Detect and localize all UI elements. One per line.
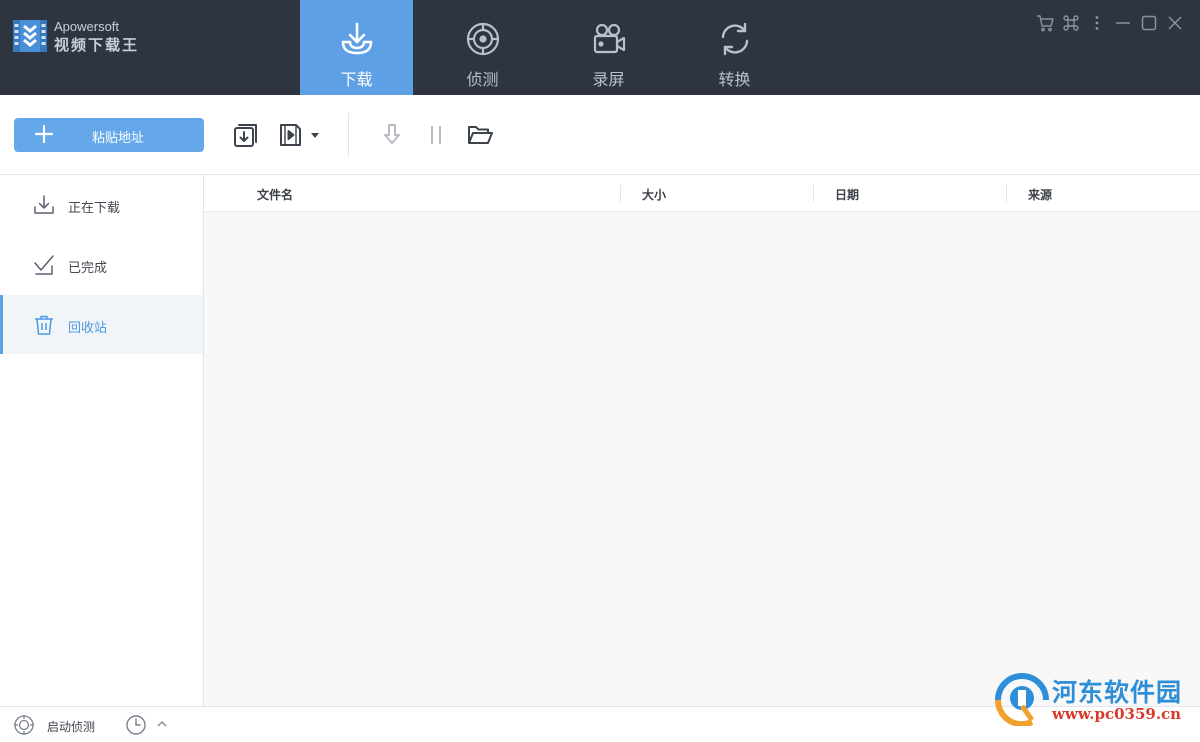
paste-url-label: 粘贴地址 (91, 131, 144, 146)
chevron-up-icon[interactable] (156, 718, 168, 730)
column-header-size[interactable]: 大小 (642, 186, 666, 203)
convert-cycle-icon (721, 22, 749, 56)
start-detect-label[interactable]: 启动侦测 (47, 718, 95, 735)
more-button[interactable] (1084, 12, 1110, 34)
watermark-title: 河东软件园 (1052, 678, 1183, 707)
tab-record[interactable]: 录屏 (552, 0, 665, 95)
sidebar-item-recycle-bin[interactable]: 回收站 (0, 295, 203, 354)
sidebar-item-label: 已完成 (68, 261, 108, 276)
sidebar-item-label: 回收站 (68, 321, 108, 336)
tab-convert[interactable]: 转换 (678, 0, 791, 95)
sidebar-item-label: 正在下载 (68, 201, 121, 216)
tab-convert-label: 转换 (718, 70, 751, 89)
product-name: 视频下载王 (54, 36, 140, 54)
download-icon (34, 195, 54, 214)
minimize-button[interactable] (1110, 12, 1136, 34)
tab-record-label: 录屏 (592, 70, 625, 89)
paste-url-button[interactable]: 粘贴地址 (14, 118, 204, 152)
maximize-icon (1141, 15, 1157, 31)
video-file-dropdown-icon[interactable] (277, 121, 321, 149)
top-bar: Apowersoft 视频下载王 下载 侦测 录屏 转换 (0, 0, 1200, 95)
column-header-date[interactable]: 日期 (835, 186, 859, 203)
clock-icon[interactable] (125, 714, 147, 736)
app-window: Apowersoft 视频下载王 下载 侦测 录屏 转换 粘贴地址 正在下载 已… (0, 0, 1200, 742)
minimize-icon (1116, 22, 1130, 24)
tab-download[interactable]: 下载 (300, 0, 413, 95)
apps-button[interactable] (1058, 12, 1084, 34)
column-divider[interactable] (620, 185, 621, 202)
more-vertical-icon (1095, 16, 1099, 30)
cart-button[interactable] (1032, 12, 1058, 34)
apps-command-icon (1063, 15, 1079, 31)
pause-icon[interactable] (422, 121, 450, 149)
sidebar-item-completed[interactable]: 已完成 (0, 235, 203, 294)
sidebar-item-downloading[interactable]: 正在下载 (0, 175, 203, 234)
download-tray-icon (341, 22, 373, 55)
brand: Apowersoft 视频下载王 (12, 16, 139, 56)
open-folder-icon[interactable] (466, 121, 494, 149)
brand-name: Apowersoft (54, 19, 120, 34)
tab-detect[interactable]: 侦测 (426, 0, 539, 95)
watermark-logo (994, 673, 1049, 726)
column-header-filename[interactable]: 文件名 (257, 186, 293, 203)
video-camera-icon (593, 23, 626, 54)
watermark-url: www.pc0359.cn (1052, 705, 1182, 723)
toolbar-divider (348, 113, 349, 157)
check-document-icon (34, 255, 54, 275)
tab-download-label: 下载 (340, 70, 373, 89)
radar-target-icon (466, 22, 500, 56)
column-header-source[interactable]: 来源 (1028, 186, 1052, 203)
cart-icon (1037, 15, 1054, 32)
maximize-button[interactable] (1136, 12, 1162, 34)
active-indicator (0, 295, 3, 354)
table-header: 文件名 大小 日期 来源 (204, 175, 1200, 212)
detect-target-icon[interactable] (13, 714, 35, 736)
start-download-icon[interactable] (378, 121, 406, 149)
column-divider[interactable] (1006, 185, 1007, 202)
sidebar: 正在下载 已完成 回收站 (0, 175, 204, 706)
column-divider[interactable] (813, 185, 814, 202)
app-logo-icon (13, 20, 47, 52)
close-icon (1168, 16, 1182, 30)
trash-icon (35, 315, 53, 335)
window-controls (1032, 12, 1188, 34)
tab-detect-label: 侦测 (466, 70, 499, 89)
file-table: 文件名 大小 日期 来源 (204, 175, 1200, 706)
toolbar: 粘贴地址 (0, 95, 1200, 175)
import-download-icon[interactable] (232, 121, 260, 149)
close-button[interactable] (1162, 12, 1188, 34)
brand-text: Apowersoft 视频下载王 (54, 19, 139, 53)
watermark: 河东软件园 www.pc0359.cn (992, 670, 1197, 730)
